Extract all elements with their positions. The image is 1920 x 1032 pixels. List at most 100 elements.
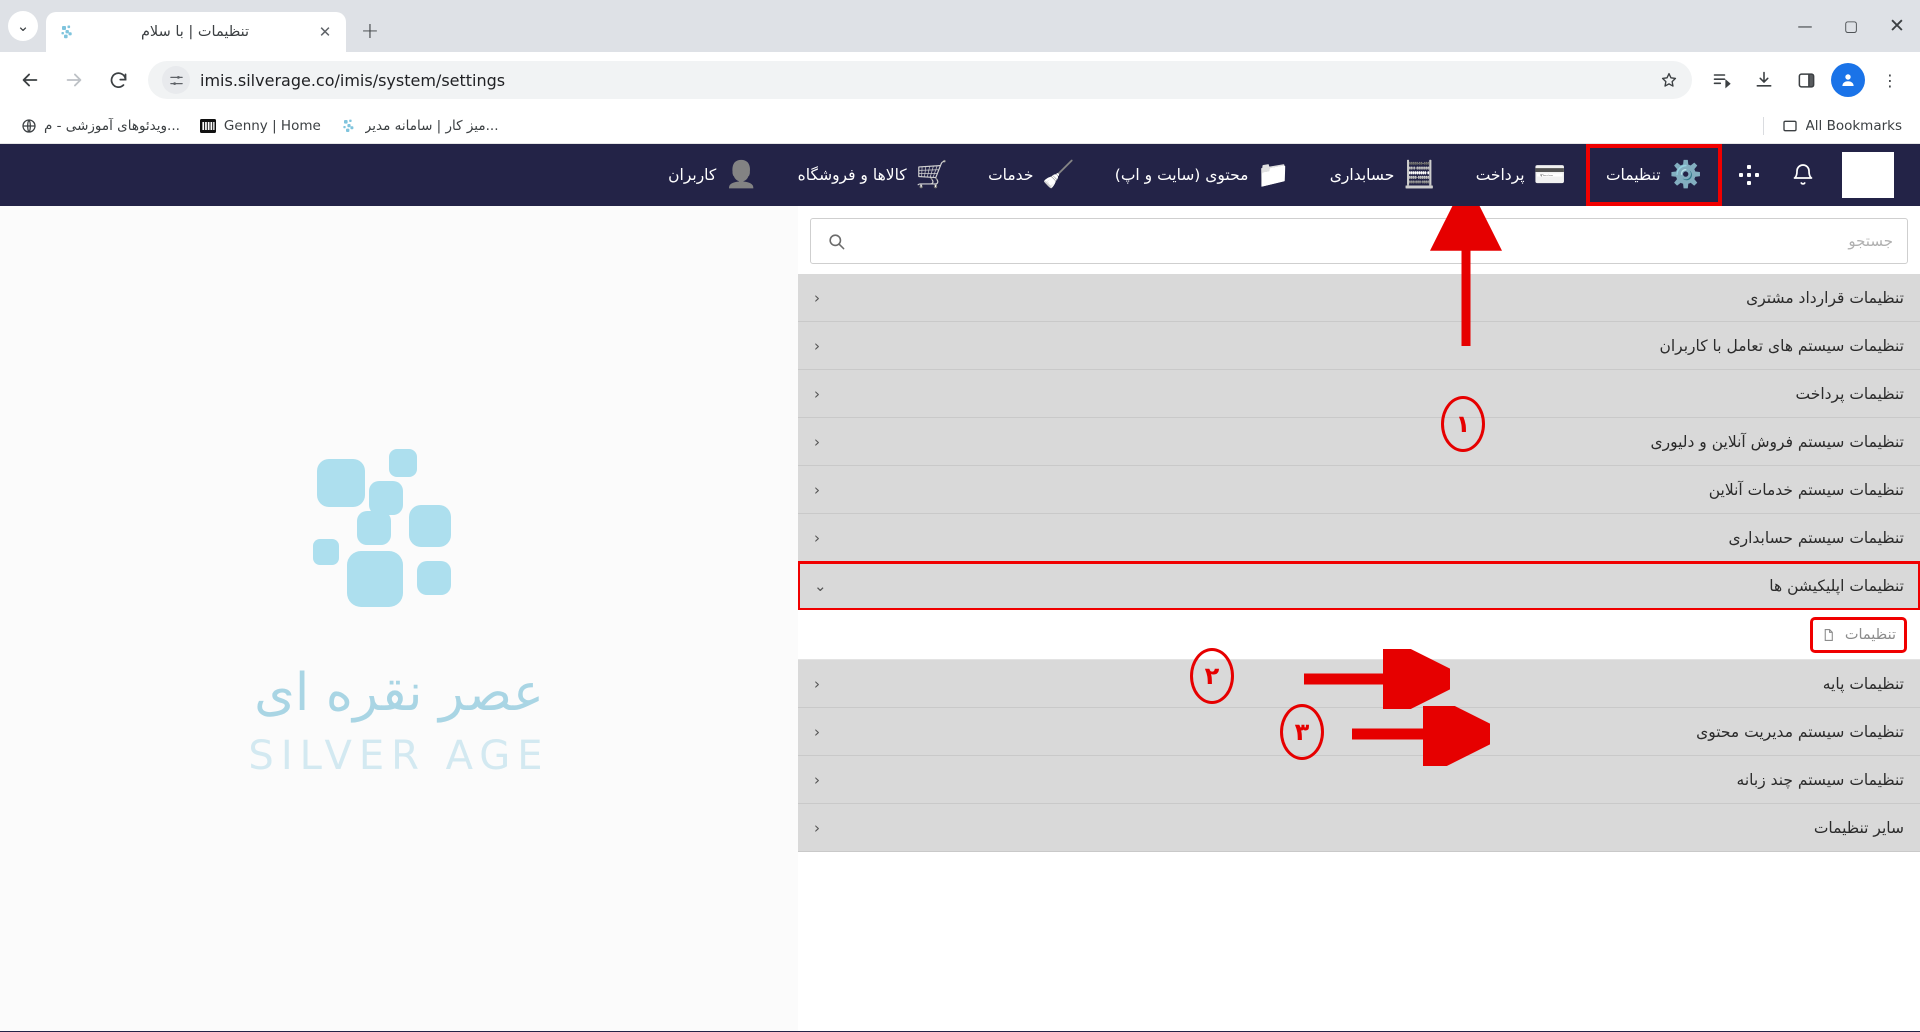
accordion-row-label: تنظیمات سیستم خدمات آنلاین — [1708, 480, 1904, 499]
chevron-left-icon[interactable]: ‹ — [814, 675, 820, 693]
nav-item-accounting[interactable]: 🧮 حسابداری — [1310, 144, 1456, 206]
accordion-row[interactable]: تنظیمات سیستم فروش آنلاین و دلیوری ‹ — [798, 418, 1920, 466]
silverage-icon — [341, 117, 358, 134]
credit-card-icon: 💳 — [1533, 160, 1566, 190]
browser-window: ⌄ تنظیمات | با سلام ✕ + — ▢ ✕ imis.silve… — [0, 0, 1920, 1032]
chevron-down-icon[interactable]: ⌄ — [8, 11, 38, 41]
accordion-row-label: تنظیمات سیستم فروش آنلاین و دلیوری — [1650, 432, 1904, 451]
brand-name-fa: عصر نقره ای — [254, 662, 544, 723]
accordion-row[interactable]: تنظیمات سیستم های تعامل با کاربران ‹ — [798, 322, 1920, 370]
search-box[interactable] — [810, 218, 1908, 264]
nav-item-label: حسابداری — [1329, 166, 1395, 184]
accordion-sub-item-label: تنظیمات — [1844, 626, 1896, 643]
chevron-left-icon[interactable]: ‹ — [814, 385, 820, 403]
accordion-row[interactable]: تنظیمات سیستم مدیریت محتوی ‹ — [798, 708, 1920, 756]
chevron-left-icon[interactable]: ‹ — [814, 819, 820, 837]
tab-strip: ⌄ تنظیمات | با سلام ✕ + — ▢ ✕ — [0, 0, 1920, 52]
all-bookmarks-label: All Bookmarks — [1805, 117, 1902, 134]
bookmark-item[interactable]: میز کار | سامانه مدیر... — [333, 113, 507, 138]
genny-icon — [200, 117, 217, 134]
all-bookmarks-section: All Bookmarks — [1762, 113, 1910, 138]
window-controls: — ▢ ✕ — [1782, 0, 1920, 52]
panel-bottom-edge — [0, 1025, 798, 1031]
shopping-cart-icon: 🛒 — [915, 160, 949, 190]
accordion-row[interactable]: تنظیمات قرارداد مشتری ‹ — [798, 274, 1920, 322]
chevron-down-icon[interactable]: ⌄ — [814, 577, 827, 595]
minimize-button[interactable]: — — [1782, 4, 1828, 48]
chevron-left-icon[interactable]: ‹ — [814, 723, 820, 741]
new-tab-button[interactable]: + — [352, 13, 388, 49]
nav-item-settings[interactable]: ⚙️ تنظیمات — [1585, 144, 1722, 206]
brand-name-en: SILVER AGE — [248, 732, 550, 779]
search-section — [798, 206, 1920, 274]
site-info-icon[interactable] — [162, 66, 190, 94]
bookmark-star-icon[interactable] — [1654, 65, 1684, 95]
folder-icon: 📁 — [1257, 160, 1290, 190]
nav-item-payment[interactable]: 💳 پرداخت — [1456, 144, 1586, 206]
user-icon: 👤 — [725, 160, 758, 190]
reading-list-icon[interactable] — [1702, 60, 1742, 100]
accordion-row-label: تنظیمات سیستم چند زبانه — [1736, 770, 1904, 789]
chevron-left-icon[interactable]: ‹ — [814, 481, 820, 499]
nav-item-services[interactable]: 🧹 خدمات — [968, 144, 1095, 206]
calculator-icon: 🧮 — [1403, 160, 1436, 190]
bookmark-item[interactable]: Genny | Home — [192, 113, 329, 138]
search-icon[interactable] — [825, 230, 847, 252]
profile-avatar-icon[interactable] — [1828, 60, 1868, 100]
reload-icon[interactable] — [98, 60, 138, 100]
nav-item-products-shop[interactable]: 🛒 کالاها و فروشگاه — [778, 144, 968, 206]
bookmark-item[interactable]: ویدئوهای آموزشی - م... — [12, 113, 188, 138]
address-bar[interactable]: imis.silverage.co/imis/system/settings — [148, 61, 1692, 99]
tab-search-button[interactable]: ⌄ — [0, 0, 46, 52]
page-viewport: ⚙️ تنظیمات 💳 پرداخت 🧮 حسابداری 📁 محتوی (… — [0, 144, 1920, 1031]
forward-icon[interactable] — [54, 60, 94, 100]
globe-icon — [20, 117, 37, 134]
chevron-left-icon[interactable]: ‹ — [814, 337, 820, 355]
accordion-row[interactable]: تنظیمات سیستم چند زبانه ‹ — [798, 756, 1920, 804]
app-navbar: ⚙️ تنظیمات 💳 پرداخت 🧮 حسابداری 📁 محتوی (… — [0, 144, 1920, 206]
chevron-left-icon[interactable]: ‹ — [814, 529, 820, 547]
back-icon[interactable] — [10, 60, 50, 100]
accordion-sub-item-settings[interactable]: تنظیمات — [1809, 616, 1908, 653]
accordion-row[interactable]: تنظیمات پرداخت ‹ — [798, 370, 1920, 418]
accordion-row[interactable]: تنظیمات سیستم خدمات آنلاین ‹ — [798, 466, 1920, 514]
chevron-left-icon[interactable]: ‹ — [814, 771, 820, 789]
settings-accordion: تنظیمات قرارداد مشتری ‹ تنظیمات سیستم ها… — [798, 274, 1920, 1031]
bell-icon[interactable] — [1776, 144, 1830, 206]
chevron-left-icon[interactable]: ‹ — [814, 433, 820, 451]
page-body: تنظیمات قرارداد مشتری ‹ تنظیمات سیستم ها… — [0, 206, 1920, 1031]
folder-icon — [1782, 117, 1799, 134]
app-logo[interactable] — [1842, 152, 1894, 198]
download-icon[interactable] — [1744, 60, 1784, 100]
nav-item-label: تنظیمات — [1605, 166, 1661, 184]
accordion-sub-panel: تنظیمات — [798, 610, 1920, 660]
accordion-row[interactable]: تنظیمات پایه ‹ — [798, 660, 1920, 708]
bookmark-label: ویدئوهای آموزشی - م... — [44, 117, 180, 134]
window-close-button[interactable]: ✕ — [1874, 4, 1920, 48]
tab-favicon-icon — [58, 23, 76, 41]
maximize-button[interactable]: ▢ — [1828, 4, 1874, 48]
nav-item-users[interactable]: 👤 کاربران — [648, 144, 778, 206]
chevron-left-icon[interactable]: ‹ — [814, 289, 820, 307]
accordion-row[interactable]: سایر تنظیمات ‹ — [798, 804, 1920, 852]
browser-tab[interactable]: تنظیمات | با سلام ✕ — [46, 12, 346, 52]
nav-items: ⚙️ تنظیمات 💳 پرداخت 🧮 حسابداری 📁 محتوی (… — [8, 144, 1722, 206]
close-icon[interactable]: ✕ — [314, 21, 336, 43]
apps-grid-icon[interactable] — [1722, 144, 1776, 206]
nav-item-label: محتوی (سایت و اپ) — [1114, 166, 1249, 184]
brand-panel: عصر نقره ای SILVER AGE — [0, 206, 798, 1031]
search-input[interactable] — [857, 232, 1893, 250]
broom-icon: 🧹 — [1042, 160, 1075, 190]
bookmark-label: Genny | Home — [223, 117, 321, 134]
browser-menu-icon[interactable]: ⋮ — [1870, 60, 1910, 100]
accordion-row[interactable]: تنظیمات سیستم حسابداری ‹ — [798, 514, 1920, 562]
all-bookmarks-button[interactable]: All Bookmarks — [1774, 113, 1910, 138]
nav-item-content[interactable]: 📁 محتوی (سایت و اپ) — [1095, 144, 1310, 206]
side-panel-icon[interactable] — [1786, 60, 1826, 100]
accordion-row-apps-settings[interactable]: تنظیمات اپلیکیشن ها ⌄ — [798, 561, 1920, 611]
toolbar-right-actions: ⋮ — [1702, 60, 1910, 100]
divider — [1762, 116, 1764, 135]
tab-title: تنظیمات | با سلام — [140, 24, 250, 40]
nav-item-label: کالاها و فروشگاه — [797, 166, 907, 184]
nav-item-label: کاربران — [668, 166, 717, 184]
